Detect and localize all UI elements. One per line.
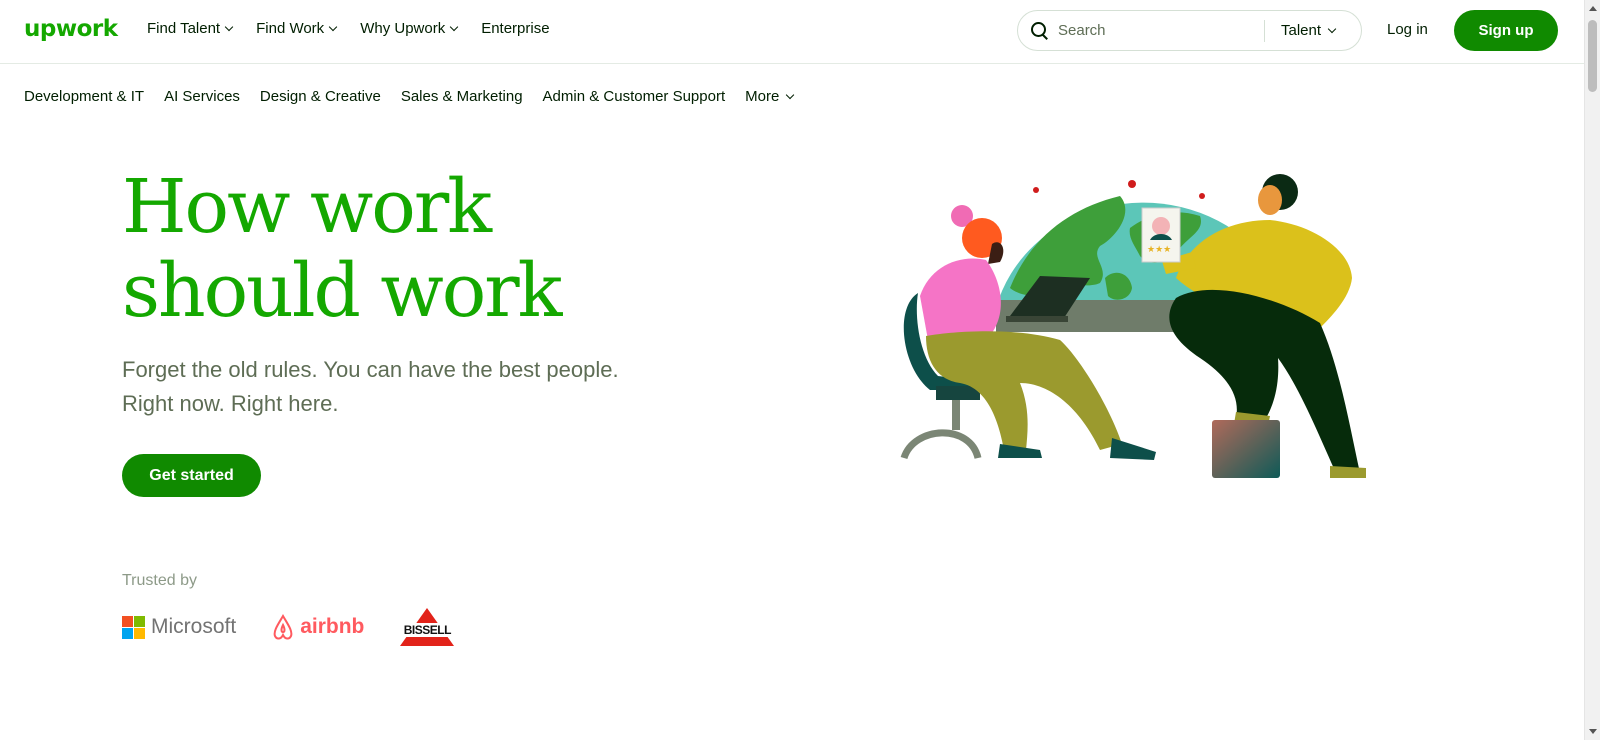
category-sales-marketing[interactable]: Sales & Marketing: [401, 88, 523, 105]
microsoft-logo: Microsoft: [122, 615, 236, 639]
man-face: [1258, 185, 1282, 215]
search-scope-dropdown[interactable]: Talent: [1281, 22, 1337, 39]
nav-why-upwork-label: Why Upwork: [360, 20, 446, 37]
hero-title-line1: How work: [122, 164, 492, 250]
chevron-down-icon: [328, 22, 338, 31]
scroll-up-arrow-icon[interactable]: [1589, 6, 1597, 11]
airbnb-logo: airbnb: [270, 613, 364, 641]
briefcase-icon: [1212, 420, 1280, 478]
chevron-down-icon: [449, 22, 459, 31]
nav-find-talent[interactable]: Find Talent: [147, 20, 234, 37]
nav-find-work-label: Find Work: [256, 20, 325, 37]
category-more[interactable]: More: [745, 88, 795, 105]
bissell-logo-text: BISSELL: [398, 623, 457, 637]
chevron-down-icon: [224, 22, 234, 31]
category-development-it[interactable]: Development & IT: [24, 88, 144, 105]
search-input[interactable]: [1058, 22, 1258, 39]
nav-find-work[interactable]: Find Work: [256, 20, 338, 37]
upwork-logo[interactable]: upwork: [24, 16, 118, 42]
avatar-icon: [1152, 217, 1170, 235]
category-nav: Development & IT AI Services Design & Cr…: [24, 88, 795, 105]
chevron-down-icon: [1327, 24, 1337, 33]
hero-subtitle: Forget the old rules. You can have the b…: [122, 353, 682, 421]
star-rating-icon: ★★★: [1147, 245, 1171, 255]
woman-shirt: [920, 258, 1001, 340]
laptop-base: [1006, 316, 1068, 322]
category-ai-services[interactable]: AI Services: [164, 88, 240, 105]
search-scope-label: Talent: [1281, 22, 1322, 39]
airbnb-icon: [273, 613, 293, 640]
top-header: upwork Find Talent Find Work Why Upwork …: [0, 0, 1584, 64]
search-icon[interactable]: [1031, 22, 1048, 39]
chevron-down-icon: [786, 90, 795, 99]
microsoft-logo-text: Microsoft: [151, 615, 237, 638]
scrollbar-thumb[interactable]: [1588, 20, 1597, 92]
vertical-scrollbar[interactable]: [1584, 0, 1600, 740]
man-shoe-right: [1330, 466, 1366, 478]
main-nav: Find Talent Find Work Why Upwork Enterpr…: [147, 20, 550, 37]
nav-why-upwork[interactable]: Why Upwork: [360, 20, 459, 37]
hero-title-line2: should work: [122, 248, 563, 334]
search-box: Talent: [1017, 10, 1362, 51]
hero-subtitle-line1: Forget the old rules. You can have the b…: [122, 357, 619, 382]
map-pin-icon: [1199, 193, 1205, 199]
get-started-button[interactable]: Get started: [122, 454, 261, 497]
category-more-label: More: [745, 88, 780, 105]
nav-find-talent-label: Find Talent: [147, 20, 221, 37]
trusted-by-label: Trusted by: [122, 572, 197, 589]
search-divider: [1264, 19, 1265, 42]
airbnb-logo-text: airbnb: [300, 615, 365, 638]
woman-shoe-right: [1110, 438, 1156, 460]
nav-enterprise-label: Enterprise: [481, 20, 550, 37]
scroll-down-arrow-icon[interactable]: [1589, 729, 1597, 734]
login-link[interactable]: Log in: [1387, 21, 1428, 38]
category-admin-support[interactable]: Admin & Customer Support: [543, 88, 726, 105]
bissell-logo: BISSELL: [398, 606, 457, 648]
microsoft-grid-icon: [122, 615, 145, 639]
map-pin-icon: [1033, 187, 1039, 193]
trusted-logos: Microsoft airbnb BISSELL: [122, 606, 457, 648]
map-pin-icon: [1128, 180, 1136, 188]
hero-subtitle-line2: Right now. Right here.: [122, 391, 339, 416]
chair-base: [900, 429, 982, 460]
category-design-creative[interactable]: Design & Creative: [260, 88, 381, 105]
signup-button[interactable]: Sign up: [1454, 10, 1558, 51]
hero-title: How work should work: [122, 165, 682, 333]
nav-enterprise[interactable]: Enterprise: [481, 20, 549, 37]
hero-illustration: ★★★: [900, 174, 1366, 478]
chair-post: [952, 400, 960, 430]
